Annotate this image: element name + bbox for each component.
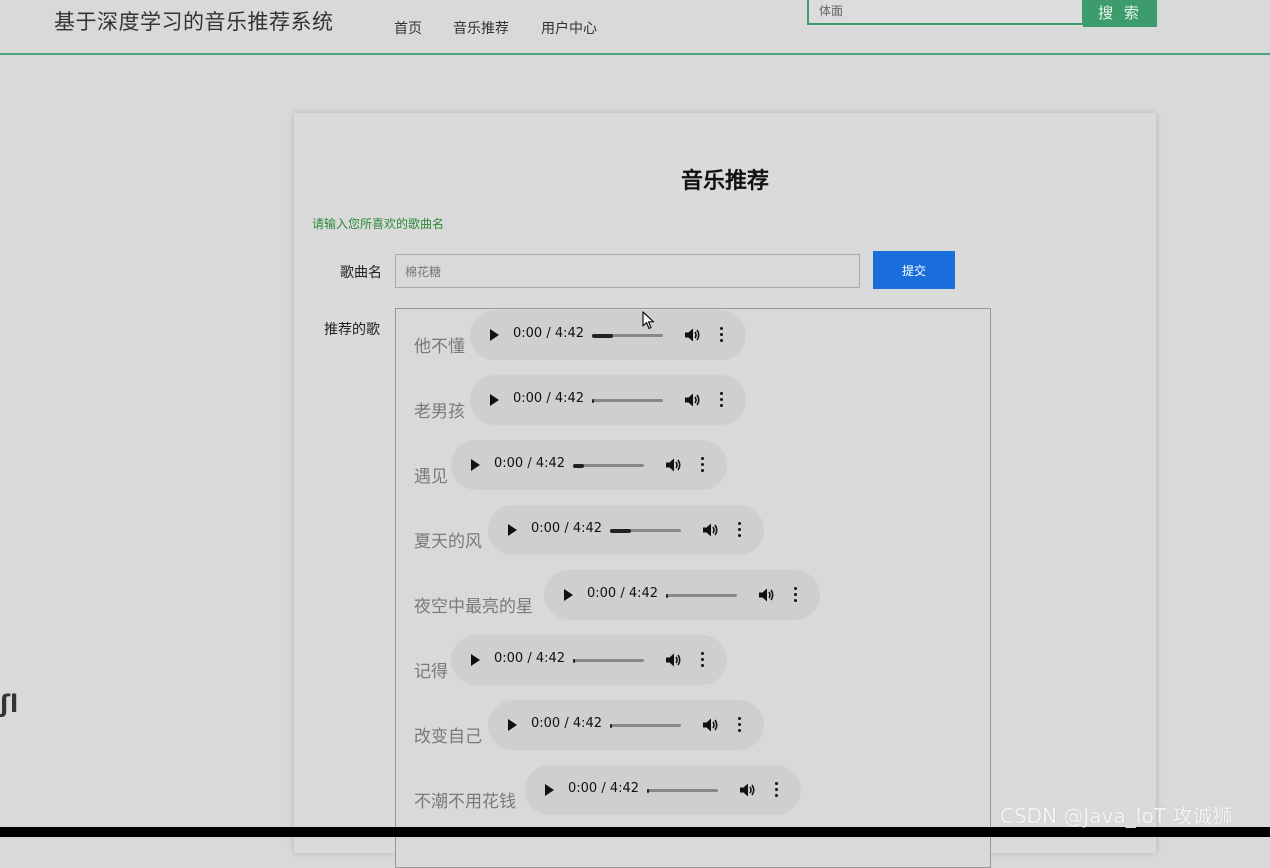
progress-slider[interactable] (666, 593, 737, 598)
audio-player[interactable]: 0:00 / 4:42 (451, 440, 727, 490)
recommendation-row: 夜空中最亮的星 0:00 / 4:42 (396, 570, 990, 620)
progress-slider[interactable] (610, 528, 681, 533)
progress-fill (666, 593, 668, 598)
song-name-label: 歌曲名 (340, 265, 382, 281)
volume-icon[interactable] (665, 457, 683, 473)
volume-icon[interactable] (665, 652, 683, 668)
play-icon[interactable] (564, 589, 573, 601)
search-button[interactable]: 搜 索 (1083, 0, 1157, 27)
recommendation-row: 改变自己 0:00 / 4:42 (396, 700, 990, 750)
play-icon[interactable] (508, 524, 517, 536)
progress-fill (610, 528, 631, 533)
page-title: 音乐推荐 (294, 163, 1156, 195)
play-icon[interactable] (471, 459, 480, 471)
time-display: 0:00 / 4:42 (494, 651, 566, 666)
recommendation-row: 记得 0:00 / 4:42 (396, 635, 990, 685)
volume-icon[interactable] (684, 327, 702, 343)
watermark: CSDN @Java_IoT 攻诚狮 (1000, 804, 1233, 828)
more-options-icon[interactable] (794, 587, 798, 603)
more-options-icon[interactable] (701, 457, 705, 473)
progress-fill (573, 658, 575, 663)
progress-fill (592, 333, 613, 338)
more-options-icon[interactable] (720, 327, 724, 343)
nav-home[interactable]: 首页 (394, 18, 422, 38)
more-options-icon[interactable] (738, 717, 742, 733)
search-input[interactable] (807, 0, 1084, 25)
song-title: 夜空中最亮的星 (414, 597, 533, 617)
recommendation-row: 不潮不用花钱 0:00 / 4:42 (396, 765, 990, 815)
play-icon[interactable] (508, 719, 517, 731)
progress-fill (610, 723, 612, 728)
song-title: 改变自己 (414, 727, 482, 747)
progress-slider[interactable] (573, 463, 644, 468)
recommendation-row: 老男孩 0:00 / 4:42 (396, 375, 990, 425)
time-display: 0:00 / 4:42 (531, 521, 603, 536)
top-navbar: 基于深度学习的音乐推荐系统 首页 音乐推荐 用户中心 搜 索 (0, 0, 1270, 55)
audio-player[interactable]: 0:00 / 4:42 (488, 700, 764, 750)
edge-glyph: ʃl (0, 690, 19, 718)
volume-icon[interactable] (702, 522, 720, 538)
recommended-songs-label: 推荐的歌 (324, 322, 380, 338)
site-title: 基于深度学习的音乐推荐系统 (54, 10, 334, 34)
time-display: 0:00 / 4:42 (494, 456, 566, 471)
more-options-icon[interactable] (701, 652, 705, 668)
submit-button[interactable]: 提交 (873, 251, 955, 289)
audio-player[interactable]: 0:00 / 4:42 (488, 505, 764, 555)
song-title: 老男孩 (414, 402, 465, 422)
time-display: 0:00 / 4:42 (531, 716, 603, 731)
progress-slider[interactable] (592, 333, 663, 338)
progress-fill (647, 788, 649, 793)
volume-icon[interactable] (702, 717, 720, 733)
progress-slider[interactable] (610, 723, 681, 728)
more-options-icon[interactable] (720, 392, 724, 408)
audio-player[interactable]: 0:00 / 4:42 (544, 570, 820, 620)
play-icon[interactable] (471, 654, 480, 666)
time-display: 0:00 / 4:42 (587, 586, 659, 601)
nav-music-recommend[interactable]: 音乐推荐 (453, 18, 509, 38)
song-title: 遇见 (414, 467, 448, 487)
play-icon[interactable] (490, 329, 499, 341)
progress-fill (573, 463, 584, 468)
time-display: 0:00 / 4:42 (513, 326, 585, 341)
volume-icon[interactable] (684, 392, 702, 408)
song-title: 不潮不用花钱 (414, 792, 516, 812)
progress-slider[interactable] (573, 658, 644, 663)
more-options-icon[interactable] (738, 522, 742, 538)
recommendation-row: 夏天的风 0:00 / 4:42 (396, 505, 990, 555)
more-options-icon[interactable] (775, 782, 779, 798)
page-title-text: 音乐推荐 (680, 169, 769, 194)
time-display: 0:00 / 4:42 (513, 391, 585, 406)
recommendation-list: 他不懂 0:00 / 4:42 老男孩 0:00 / 4:42 遇见 0:00 / 4:4… (395, 308, 991, 868)
time-display: 0:00 / 4:42 (568, 781, 640, 796)
audio-player[interactable]: 0:00 / 4:42 (451, 635, 727, 685)
mouse-cursor-icon (642, 311, 655, 330)
progress-slider[interactable] (592, 398, 663, 403)
recommendation-row: 遇见 0:00 / 4:42 (396, 440, 990, 490)
song-name-input[interactable] (395, 254, 860, 288)
song-title: 夏天的风 (414, 532, 482, 552)
audio-player[interactable]: 0:00 / 4:42 (525, 765, 801, 815)
input-hint: 请输入您所喜欢的歌曲名 (312, 217, 445, 231)
volume-icon[interactable] (739, 782, 757, 798)
recommend-card: 音乐推荐 请输入您所喜欢的歌曲名 歌曲名 提交 推荐的歌 他不懂 0:00 / 4… (294, 113, 1156, 868)
nav-user-center[interactable]: 用户中心 (541, 18, 597, 38)
recommendation-row: 他不懂 0:00 / 4:42 (396, 310, 990, 360)
play-icon[interactable] (490, 394, 499, 406)
progress-slider[interactable] (647, 788, 718, 793)
audio-player[interactable]: 0:00 / 4:42 (470, 375, 746, 425)
volume-icon[interactable] (758, 587, 776, 603)
progress-fill (592, 398, 594, 403)
song-title: 记得 (414, 662, 448, 682)
play-icon[interactable] (545, 784, 554, 796)
song-title: 他不懂 (414, 337, 465, 357)
audio-player[interactable]: 0:00 / 4:42 (470, 310, 746, 360)
